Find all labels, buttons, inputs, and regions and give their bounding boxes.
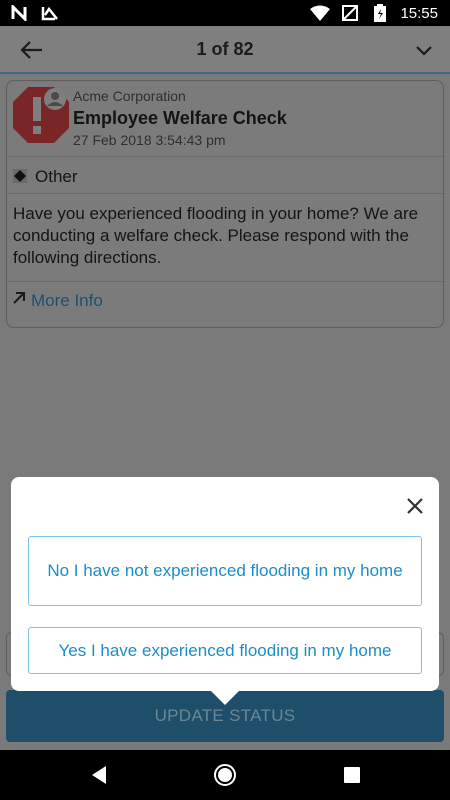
alert-logo-icon [11,85,71,145]
close-icon[interactable] [405,496,425,516]
navigation-bar [0,750,450,800]
chevron-down-icon[interactable] [414,40,434,60]
external-link-icon [11,290,27,311]
wifi-icon [310,3,331,23]
more-info-label: More Info [31,290,103,310]
divider [7,156,443,157]
option-no-flooding-button[interactable]: No I have not experienced flooding in my… [28,536,422,606]
alert-category: Other [35,167,78,186]
status-time: 15:55 [400,4,438,22]
checkmark-notification-icon [40,3,60,23]
alert-card[interactable]: Acme Corporation Employee Welfare Check … [6,80,444,328]
n-notification-icon [10,3,30,23]
no-sim-icon [340,3,360,23]
recents-square-icon[interactable] [340,763,364,787]
alert-message: Have you experienced flooding in your ho… [13,204,419,267]
response-popup: No I have not experienced flooding in my… [11,477,439,705]
alert-organization: Acme Corporation [73,88,186,104]
page-title: 1 of 82 [196,39,254,59]
diamond-icon [13,169,27,183]
back-triangle-icon[interactable] [88,763,112,787]
popup-pointer [211,691,239,705]
divider [7,281,443,282]
more-info-link[interactable]: More Info [11,290,103,311]
alert-title: Employee Welfare Check [73,108,287,128]
alert-date: 27 Feb 2018 3:54:43 pm [73,132,226,148]
divider [7,193,443,194]
option-yes-flooding-button[interactable]: Yes I have experienced flooding in my ho… [28,627,422,674]
battery-icon [370,3,390,23]
home-circle-icon[interactable] [213,763,237,787]
app-bar: 1 of 82 [0,26,450,74]
status-bar: 15:55 [0,0,450,26]
